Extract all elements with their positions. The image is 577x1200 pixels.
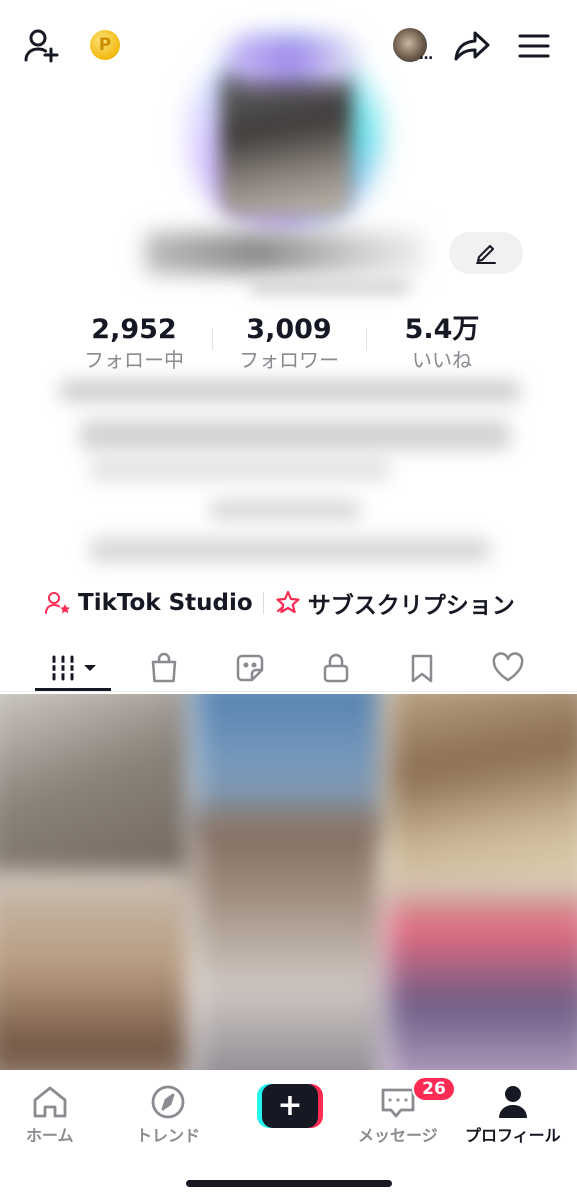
sticker-icon xyxy=(236,654,264,682)
home-icon xyxy=(33,1086,67,1118)
tab-private[interactable] xyxy=(311,646,361,690)
subscription-star-icon[interactable] xyxy=(274,589,302,617)
tab-saved[interactable] xyxy=(397,646,447,690)
video-thumbnail[interactable] xyxy=(385,694,577,894)
pencil-icon xyxy=(476,245,496,264)
compass-icon xyxy=(151,1085,185,1119)
tab-liked[interactable] xyxy=(483,646,533,690)
grid-icon xyxy=(48,655,96,681)
video-thumbnail[interactable] xyxy=(0,874,195,1070)
coin-icon[interactable]: P xyxy=(90,30,120,60)
messages-badge: 26 xyxy=(412,1076,456,1102)
handle-blurred xyxy=(250,280,410,294)
studio-user-star-icon[interactable] xyxy=(44,590,72,616)
hamburger-menu-icon[interactable] xyxy=(514,26,554,66)
nav-trend[interactable]: トレンド xyxy=(136,1084,200,1146)
subscription-link[interactable]: サブスクリプション xyxy=(308,586,515,620)
divider xyxy=(212,328,213,350)
nav-profile[interactable]: プロフィール xyxy=(465,1084,561,1146)
tiktok-studio-link[interactable]: TikTok Studio xyxy=(78,590,253,616)
divider xyxy=(262,592,264,614)
tab-shop[interactable] xyxy=(139,646,189,690)
video-thumbnail[interactable] xyxy=(192,694,387,834)
profile-tabs xyxy=(0,646,577,690)
bookmark-icon xyxy=(411,654,433,683)
shopping-bag-icon xyxy=(151,652,177,683)
video-thumbnail[interactable] xyxy=(192,814,387,1070)
heart-icon xyxy=(492,652,524,682)
likes-stat[interactable]: 5.4万 いいね xyxy=(367,312,517,372)
creator-links-row: TikTok Studio サブスクリプション xyxy=(44,586,515,620)
video-grid xyxy=(0,694,577,1070)
username-blurred xyxy=(145,232,425,274)
profile-person-icon xyxy=(498,1086,527,1118)
edit-profile-button[interactable] xyxy=(449,232,523,274)
home-indicator xyxy=(186,1180,392,1187)
tab-videos[interactable] xyxy=(46,646,102,690)
video-thumbnail[interactable] xyxy=(0,694,195,884)
tab-stickers[interactable] xyxy=(225,646,275,690)
following-stat[interactable]: 2,952 フォロー中 xyxy=(59,312,209,372)
lock-icon xyxy=(323,653,349,683)
create-button[interactable]: + xyxy=(257,1084,323,1128)
add-user-icon[interactable] xyxy=(22,26,62,66)
nav-home[interactable]: ホーム xyxy=(26,1084,74,1146)
video-thumbnail[interactable] xyxy=(385,884,577,1070)
more-indicator: … xyxy=(419,47,433,63)
avatar-decoration xyxy=(228,36,358,82)
divider xyxy=(0,691,577,692)
share-arrow-icon[interactable] xyxy=(452,26,492,66)
followers-stat[interactable]: 3,009 フォロワー xyxy=(214,312,364,372)
plus-icon: + xyxy=(262,1084,318,1128)
